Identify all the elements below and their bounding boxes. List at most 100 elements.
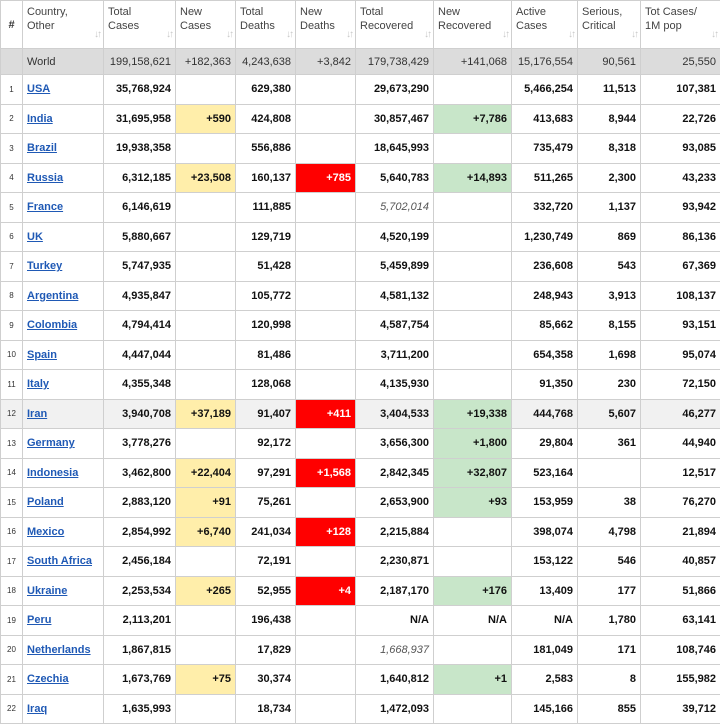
- country-link[interactable]: South Africa: [27, 555, 92, 567]
- country-link[interactable]: Iran: [27, 408, 47, 420]
- cell-total-cases: 5,880,667: [104, 222, 176, 252]
- country-link[interactable]: France: [27, 201, 63, 213]
- country-link[interactable]: Germany: [27, 437, 75, 449]
- country-link[interactable]: Brazil: [27, 142, 57, 154]
- cell-total-recovered: 30,857,467: [356, 104, 434, 134]
- cell-new-recovered: [434, 694, 512, 724]
- country-link[interactable]: Indonesia: [27, 467, 78, 479]
- country-link[interactable]: Netherlands: [27, 644, 91, 656]
- header-serious-critical[interactable]: Serious, Critical ↓↑: [578, 1, 641, 49]
- cell-total-recovered: 1,472,093: [356, 694, 434, 724]
- row-index: 6: [1, 222, 23, 252]
- table-row: 11Italy4,355,348128,0684,135,93091,35023…: [1, 370, 720, 400]
- cell-new-recovered: [434, 517, 512, 547]
- cell-new-cases: +22,404: [176, 458, 236, 488]
- cell-tot-cases-1m: 76,270: [641, 488, 720, 518]
- header-index: #: [1, 1, 23, 49]
- header-tot-cases-1m[interactable]: Tot Cases/ 1M pop ↓↑: [641, 1, 720, 49]
- cell-new-cases: +265: [176, 576, 236, 606]
- sort-arrows-icon[interactable]: ↓↑: [166, 28, 172, 42]
- header-label: Serious, Critical: [582, 6, 622, 32]
- cell-new-cases: [176, 340, 236, 370]
- country-link[interactable]: Spain: [27, 349, 57, 361]
- world-total-recovered: 179,738,429: [356, 49, 434, 75]
- world-serious-critical: 90,561: [578, 49, 641, 75]
- row-index: 2: [1, 104, 23, 134]
- cell-total-recovered: 2,653,900: [356, 488, 434, 518]
- header-total-recovered[interactable]: Total Recovered↓↑: [356, 1, 434, 49]
- cell-total-cases: 3,778,276: [104, 429, 176, 459]
- header-country[interactable]: Country, Other↓↑: [23, 1, 104, 49]
- country-link[interactable]: Colombia: [27, 319, 77, 331]
- header-label: Tot Cases/ 1M pop: [645, 6, 697, 32]
- cell-new-deaths: +411: [296, 399, 356, 429]
- cell-total-recovered: 5,640,783: [356, 163, 434, 193]
- country-link[interactable]: USA: [27, 83, 50, 95]
- cell-active-cases: 735,479: [512, 134, 578, 164]
- country-link[interactable]: Poland: [27, 496, 64, 508]
- cell-total-cases: 1,673,769: [104, 665, 176, 695]
- cell-serious-critical: 546: [578, 547, 641, 577]
- cell-tot-cases-1m: 86,136: [641, 222, 720, 252]
- header-total-deaths[interactable]: Total Deaths↓↑: [236, 1, 296, 49]
- header-new-deaths[interactable]: New Deaths↓↑: [296, 1, 356, 49]
- country-cell: Argentina: [23, 281, 104, 311]
- table-row: 15Poland2,883,120+9175,2612,653,900+9315…: [1, 488, 720, 518]
- cell-new-recovered: +32,807: [434, 458, 512, 488]
- sort-arrows-icon[interactable]: ↓↑: [94, 28, 100, 42]
- cell-total-cases: 35,768,924: [104, 75, 176, 105]
- sort-arrows-icon[interactable]: ↓↑: [502, 28, 508, 42]
- cell-serious-critical: 361: [578, 429, 641, 459]
- sort-arrows-icon[interactable]: ↓↑: [631, 28, 637, 42]
- row-index: 8: [1, 281, 23, 311]
- country-link[interactable]: UK: [27, 231, 43, 243]
- header-active-cases[interactable]: Active Cases↓↑: [512, 1, 578, 49]
- country-cell: Russia: [23, 163, 104, 193]
- cell-total-cases: 3,462,800: [104, 458, 176, 488]
- country-link[interactable]: Turkey: [27, 260, 62, 272]
- table-row: 5France6,146,619111,8855,702,014332,7201…: [1, 193, 720, 223]
- cell-tot-cases-1m: 63,141: [641, 606, 720, 636]
- table-row: 2India31,695,958+590424,80830,857,467+7,…: [1, 104, 720, 134]
- country-link[interactable]: Peru: [27, 614, 51, 626]
- cell-new-deaths: [296, 694, 356, 724]
- row-index: 21: [1, 665, 23, 695]
- sort-arrows-icon[interactable]: ↓↑: [226, 28, 232, 42]
- sort-arrows-icon[interactable]: ↓↑: [424, 28, 430, 42]
- cell-active-cases: 523,164: [512, 458, 578, 488]
- cell-total-cases: 6,146,619: [104, 193, 176, 223]
- header-label: New Cases: [180, 6, 211, 32]
- cell-active-cases: 91,350: [512, 370, 578, 400]
- row-index: 19: [1, 606, 23, 636]
- cell-serious-critical: 11,513: [578, 75, 641, 105]
- country-link[interactable]: Italy: [27, 378, 49, 390]
- cell-new-deaths: [296, 665, 356, 695]
- header-total-cases[interactable]: Total Cases↓↑: [104, 1, 176, 49]
- country-link[interactable]: Mexico: [27, 526, 64, 538]
- cell-new-recovered: +7,786: [434, 104, 512, 134]
- cell-new-recovered: N/A: [434, 606, 512, 636]
- table-row: 6UK5,880,667129,7194,520,1991,230,749869…: [1, 222, 720, 252]
- sort-arrows-icon[interactable]: ↓↑: [711, 28, 717, 42]
- sort-arrows-icon[interactable]: ↓↑: [568, 28, 574, 42]
- country-link[interactable]: Iraq: [27, 703, 47, 715]
- country-cell: Indonesia: [23, 458, 104, 488]
- country-link[interactable]: Argentina: [27, 290, 78, 302]
- country-cell: Turkey: [23, 252, 104, 282]
- country-cell: Mexico: [23, 517, 104, 547]
- cell-serious-critical: 8,944: [578, 104, 641, 134]
- country-link[interactable]: Czechia: [27, 673, 69, 685]
- header-new-cases[interactable]: New Cases ↓↑: [176, 1, 236, 49]
- cell-serious-critical: 1,698: [578, 340, 641, 370]
- table-row: 13Germany3,778,27692,1723,656,300+1,8002…: [1, 429, 720, 459]
- cell-serious-critical: 8,318: [578, 134, 641, 164]
- cell-active-cases: 13,409: [512, 576, 578, 606]
- cell-total-cases: 2,456,184: [104, 547, 176, 577]
- header-new-recovered[interactable]: New Recovered↓↑: [434, 1, 512, 49]
- sort-arrows-icon[interactable]: ↓↑: [346, 28, 352, 42]
- country-link[interactable]: India: [27, 113, 53, 125]
- cell-total-deaths: 72,191: [236, 547, 296, 577]
- country-link[interactable]: Ukraine: [27, 585, 67, 597]
- country-link[interactable]: Russia: [27, 172, 63, 184]
- sort-arrows-icon[interactable]: ↓↑: [286, 28, 292, 42]
